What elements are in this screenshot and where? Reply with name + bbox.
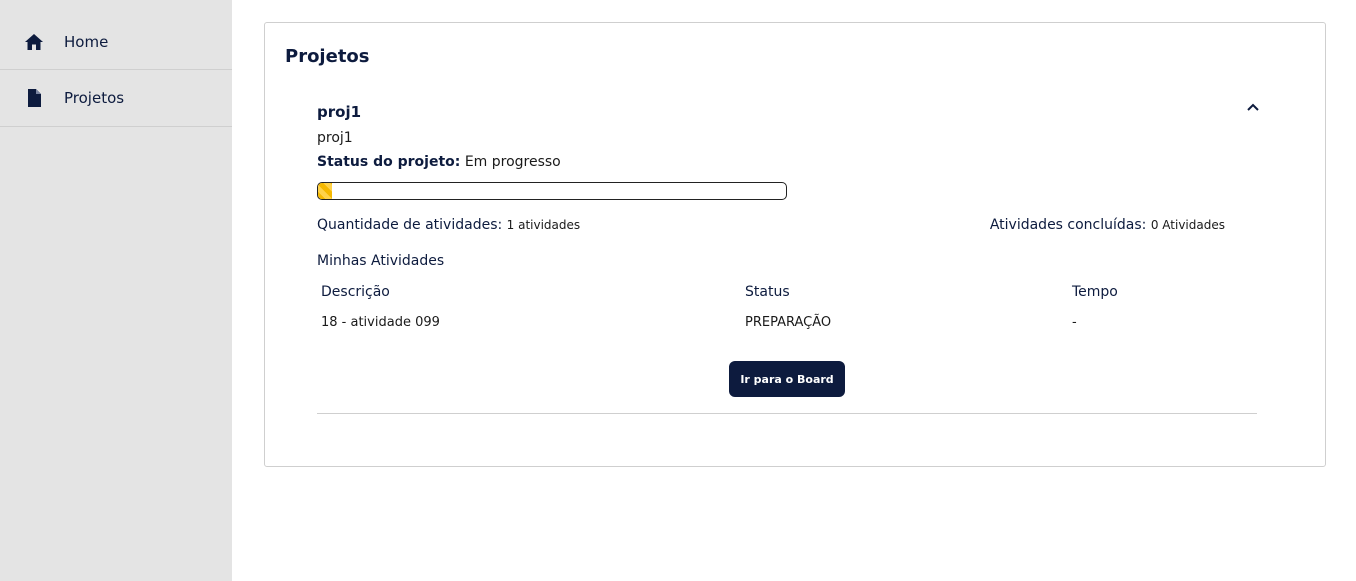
chevron-up-icon [1247,103,1259,111]
cell-descricao: 18 - atividade 099 [321,315,440,330]
activities-done-key: Atividades concluídas: [989,217,1147,233]
cell-tempo: - [1072,315,1077,330]
sidebar-item-projetos[interactable]: Projetos [0,70,232,127]
activities-count-key: Quantidade de atividades: [317,217,503,233]
document-icon [24,88,44,108]
page-title: Projetos [285,46,370,67]
collapse-button[interactable] [1241,95,1265,119]
activities-count: Quantidade de atividades: 1 atividades [317,217,580,233]
sidebar: Home Projetos [0,0,232,581]
activities-count-value: 1 atividades [506,218,581,232]
status-key: Status do projeto: [317,154,461,170]
divider [317,413,1257,414]
project-description: proj1 [317,130,353,146]
home-icon [24,32,44,52]
project-status: Status do projeto: Em progresso [317,154,561,170]
project-name: proj1 [317,103,362,121]
progress-fill [318,183,333,199]
activities-done: Atividades concluídas: 0 Atividades [990,217,1225,233]
column-header-tempo: Tempo [1072,284,1118,300]
sidebar-item-home[interactable]: Home [0,0,232,70]
column-header-status: Status [745,284,790,300]
projects-card: Projetos proj1 proj1 Status do projeto: … [264,22,1326,467]
my-activities-title: Minhas Atividades [317,253,445,269]
sidebar-item-label: Projetos [64,89,125,107]
progress-bar [317,182,787,200]
status-value: Em progresso [464,154,561,170]
activities-done-value: 0 Atividades [1150,218,1225,232]
cell-status: PREPARAÇÃO [745,315,832,330]
go-to-board-button[interactable]: Ir para o Board [729,361,845,397]
sidebar-item-label: Home [64,33,109,51]
column-header-descricao: Descrição [321,284,390,300]
